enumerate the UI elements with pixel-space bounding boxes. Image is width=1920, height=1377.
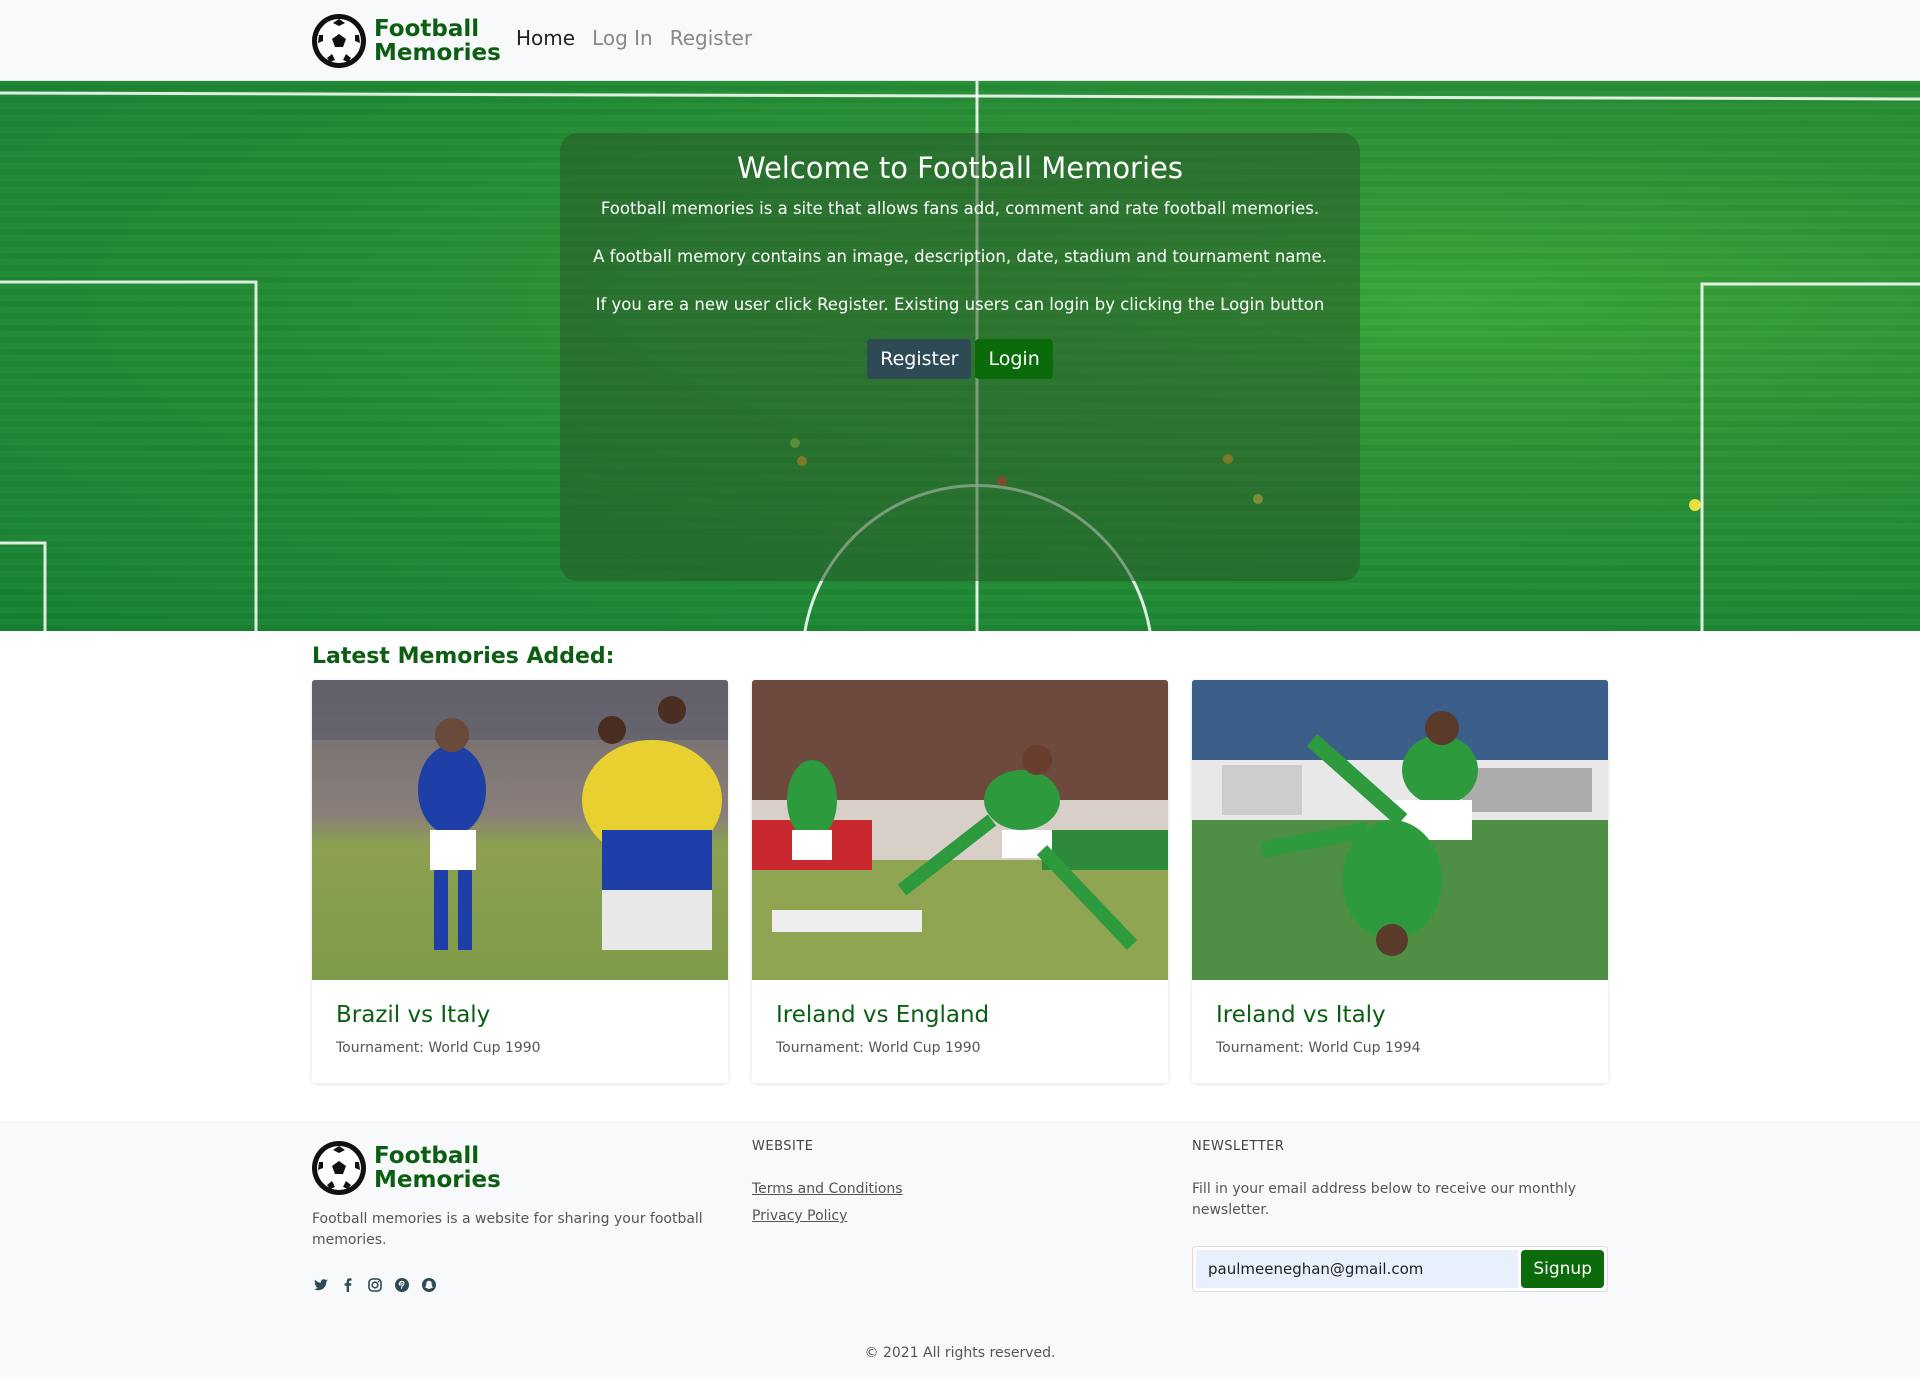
hero-banner: Welcome to Football Memories Football me… — [0, 81, 1920, 631]
email-field[interactable] — [1196, 1250, 1519, 1288]
nav-links: Home Log In Register — [516, 26, 752, 50]
copyright: © 2021 All rights reserved. — [864, 1345, 1056, 1361]
brand-logo-link[interactable]: Football Memories — [312, 14, 501, 68]
website-links: Terms and Conditions Privacy Policy — [752, 1181, 903, 1235]
footer-brand-name: Football Memories — [374, 1144, 501, 1192]
brand-line2: Memories — [374, 40, 501, 66]
facebook-icon[interactable] — [339, 1277, 356, 1294]
memory-card-tournament: Tournament: World Cup 1990 — [776, 1040, 981, 1056]
memory-card-body: Brazil vs Italy Tournament: World Cup 19… — [312, 980, 728, 1078]
navbar: Football Memories Home Log In Register — [0, 0, 1920, 81]
brand-line1: Football — [374, 1143, 480, 1169]
register-button[interactable]: Register — [867, 339, 972, 379]
memory-card[interactable]: Brazil vs Italy Tournament: World Cup 19… — [312, 680, 728, 1083]
footer-brand[interactable]: Football Memories — [312, 1141, 501, 1195]
memory-card-tournament: Tournament: World Cup 1994 — [1216, 1040, 1421, 1056]
website-heading: WEBSITE — [752, 1139, 814, 1154]
twitter-icon[interactable] — [312, 1277, 329, 1294]
memory-card-title[interactable]: Brazil vs Italy — [336, 1002, 704, 1028]
memory-card-body: Ireland vs Italy Tournament: World Cup 1… — [1192, 980, 1608, 1078]
nav-login[interactable]: Log In — [592, 26, 653, 50]
social-links — [312, 1277, 437, 1294]
newsletter-heading: NEWSLETTER — [1192, 1139, 1285, 1154]
memory-card-body: Ireland vs England Tournament: World Cup… — [752, 980, 1168, 1078]
footer: Football Memories Football memories is a… — [0, 1121, 1920, 1377]
memory-image-ireland-italy — [1192, 680, 1608, 980]
login-button[interactable]: Login — [975, 339, 1053, 379]
memory-image-ireland-england — [752, 680, 1168, 980]
hero-buttons: Register Login — [560, 339, 1360, 379]
brand-line1: Football — [374, 16, 480, 42]
memory-card[interactable]: Ireland vs England Tournament: World Cup… — [752, 680, 1168, 1083]
hero-title: Welcome to Football Memories — [736, 151, 1183, 185]
memory-cards: Brazil vs Italy Tournament: World Cup 19… — [312, 680, 1608, 1083]
newsletter-form: Signup — [1192, 1246, 1608, 1292]
instagram-icon[interactable] — [366, 1277, 383, 1294]
memory-card-tournament: Tournament: World Cup 1990 — [336, 1040, 541, 1056]
signup-button[interactable]: Signup — [1521, 1250, 1604, 1288]
brand-line2: Memories — [374, 1167, 501, 1193]
nav-home[interactable]: Home — [516, 26, 575, 50]
footer-description: Football memories is a website for shari… — [312, 1211, 703, 1248]
hero-memory-text: A football memory contains an image, des… — [593, 247, 1327, 266]
hero-instructions-text: If you are a new user click Register. Ex… — [595, 295, 1325, 314]
brand-name: Football Memories — [374, 17, 501, 65]
latest-memories-heading: Latest Memories Added: — [312, 644, 615, 669]
pinterest-icon[interactable] — [393, 1277, 410, 1294]
hero-intro-text: Football memories is a site that allows … — [600, 199, 1320, 218]
memory-card-title[interactable]: Ireland vs Italy — [1216, 1002, 1584, 1028]
newsletter-text: Fill in your email address below to rece… — [1192, 1181, 1577, 1218]
memory-card-title[interactable]: Ireland vs England — [776, 1002, 1144, 1028]
terms-link[interactable]: Terms and Conditions — [752, 1181, 903, 1197]
welcome-panel: Welcome to Football Memories Football me… — [560, 133, 1360, 581]
memory-image-brazil-italy — [312, 680, 728, 980]
nav-register[interactable]: Register — [670, 26, 752, 50]
privacy-link[interactable]: Privacy Policy — [752, 1208, 903, 1224]
football-logo-icon — [312, 1141, 366, 1195]
football-logo-icon — [312, 14, 366, 68]
snapchat-icon[interactable] — [420, 1277, 437, 1294]
memory-card[interactable]: Ireland vs Italy Tournament: World Cup 1… — [1192, 680, 1608, 1083]
